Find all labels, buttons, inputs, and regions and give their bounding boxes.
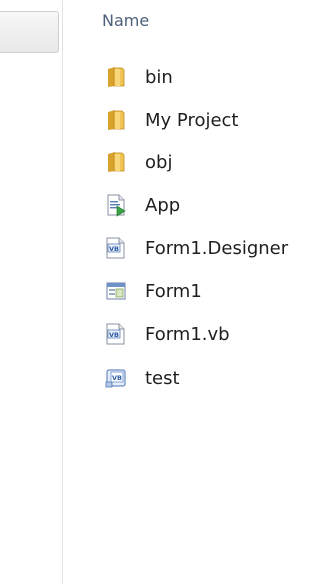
file-row-form1-vb[interactable]: VB Form1.vb [104, 320, 230, 348]
file-name: test [145, 367, 180, 389]
file-row-app[interactable]: App [104, 191, 180, 219]
folder-icon [104, 108, 128, 132]
file-name: Form1.vb [145, 323, 230, 345]
config-file-icon [104, 193, 128, 217]
file-row-test[interactable]: VB test [104, 364, 180, 392]
file-name: My Project [145, 109, 239, 131]
vb-project-icon: VB [104, 366, 128, 390]
file-row-form1[interactable]: Form1 [104, 277, 202, 305]
svg-text:VB: VB [109, 331, 119, 339]
file-name: Form1.Designer [145, 237, 289, 259]
form-file-icon [104, 279, 128, 303]
svg-text:VB: VB [109, 245, 119, 253]
file-name: obj [145, 151, 173, 173]
file-name: App [145, 194, 181, 216]
file-list: bin My Project obj App VB Form1.Designer… [0, 0, 308, 584]
folder-icon [104, 150, 128, 174]
vb-file-icon: VB [104, 322, 128, 346]
file-row-obj[interactable]: obj [104, 148, 172, 176]
folder-icon [104, 65, 128, 89]
svg-text:VB: VB [112, 374, 122, 382]
file-row-my-project[interactable]: My Project [104, 106, 239, 134]
vb-file-icon: VB [104, 236, 128, 260]
file-name: Form1 [145, 280, 202, 302]
file-row-bin[interactable]: bin [104, 63, 173, 91]
file-name: bin [145, 66, 173, 88]
file-row-form1-designer[interactable]: VB Form1.Designer [104, 234, 288, 262]
